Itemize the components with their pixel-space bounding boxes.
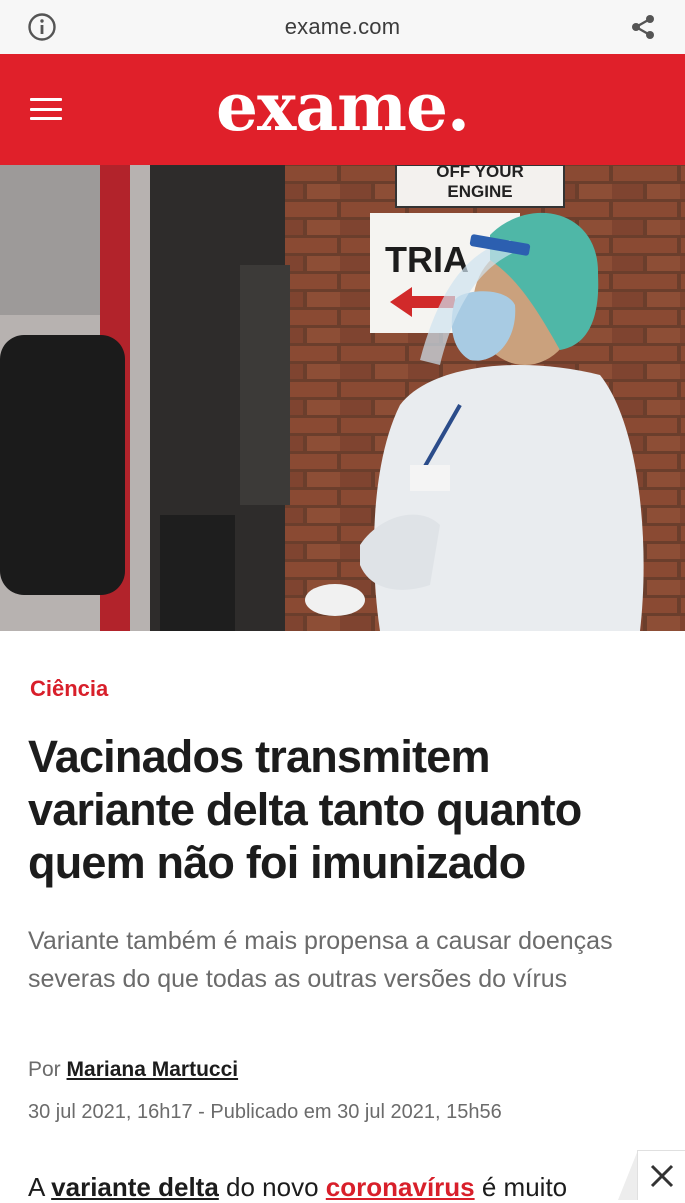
- byline: Por Mariana Martucci: [28, 1058, 238, 1082]
- article-headline: Vacinados transmitem variante delta tant…: [28, 731, 582, 888]
- byline-prefix: Por: [28, 1058, 61, 1081]
- article-body-first-line: A variante delta do novo coronavírus é m…: [28, 1172, 668, 1203]
- body-text-end: é muito: [481, 1172, 568, 1202]
- site-logo[interactable]: exame.: [0, 68, 685, 146]
- site-header: exame.: [0, 54, 685, 165]
- sign-triage: TRIA: [385, 239, 469, 280]
- sign-engine-line2: ENGINE: [447, 182, 512, 201]
- author-link[interactable]: Mariana Martucci: [67, 1058, 239, 1081]
- url-text[interactable]: exame.com: [285, 14, 401, 40]
- browser-toolbar: exame.com: [0, 0, 685, 54]
- body-text-start: A: [28, 1172, 44, 1202]
- variante-delta-link[interactable]: variante delta: [51, 1172, 219, 1202]
- coronavirus-link[interactable]: coronavírus: [326, 1172, 475, 1202]
- hero-image: OFF YOUR ENGINE TRIA: [0, 165, 685, 631]
- sign-engine-line1: OFF YOUR: [436, 165, 524, 181]
- info-icon[interactable]: [26, 11, 58, 43]
- article-subtitle: Variante também é mais propensa a causar…: [28, 927, 613, 993]
- close-icon[interactable]: [637, 1150, 685, 1200]
- body-text-mid: do novo: [226, 1172, 319, 1202]
- ad-corner: [618, 1150, 638, 1200]
- category-label[interactable]: Ciência: [30, 676, 108, 702]
- share-icon[interactable]: [627, 11, 659, 43]
- publish-dateline: 30 jul 2021, 16h17 - Publicado em 30 jul…: [28, 1101, 502, 1123]
